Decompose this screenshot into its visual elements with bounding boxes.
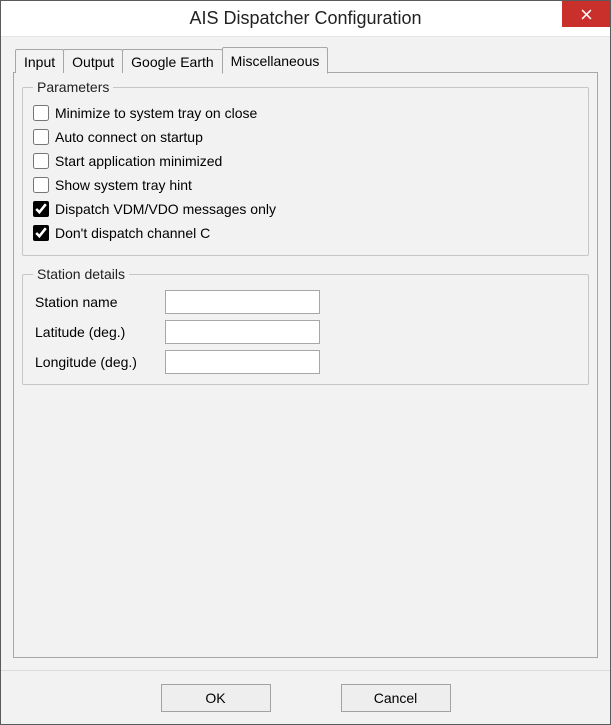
label-start-minimized[interactable]: Start application minimized <box>55 153 222 169</box>
spacer <box>22 395 589 649</box>
cancel-button[interactable]: Cancel <box>341 684 451 712</box>
label-no-channel-c[interactable]: Don't dispatch channel C <box>55 225 210 241</box>
row-auto-connect: Auto connect on startup <box>33 125 578 149</box>
ok-button[interactable]: OK <box>161 684 271 712</box>
row-latitude: Latitude (deg.) <box>33 320 578 344</box>
label-vdm-only[interactable]: Dispatch VDM/VDO messages only <box>55 201 276 217</box>
checkbox-vdm-only[interactable] <box>33 201 49 217</box>
row-tray-hint: Show system tray hint <box>33 173 578 197</box>
input-longitude[interactable] <box>165 350 320 374</box>
row-start-minimized: Start application minimized <box>33 149 578 173</box>
row-station-name: Station name <box>33 290 578 314</box>
group-station-legend: Station details <box>33 266 129 282</box>
tab-google-earth[interactable]: Google Earth <box>122 49 223 73</box>
close-button[interactable] <box>562 1 610 27</box>
tab-output[interactable]: Output <box>63 49 123 73</box>
label-auto-connect[interactable]: Auto connect on startup <box>55 129 203 145</box>
tab-strip: Input Output Google Earth Miscellaneous <box>13 47 598 73</box>
row-longitude: Longitude (deg.) <box>33 350 578 374</box>
label-tray-hint[interactable]: Show system tray hint <box>55 177 192 193</box>
close-icon <box>581 9 592 20</box>
checkbox-minimize-tray[interactable] <box>33 105 49 121</box>
group-station-details: Station details Station name Latitude (d… <box>22 266 589 385</box>
input-station-name[interactable] <box>165 290 320 314</box>
client-area: Input Output Google Earth Miscellaneous … <box>1 37 610 670</box>
tab-panel-miscellaneous: Parameters Minimize to system tray on cl… <box>13 72 598 658</box>
row-minimize-tray: Minimize to system tray on close <box>33 101 578 125</box>
group-parameters-legend: Parameters <box>33 79 113 95</box>
input-latitude[interactable] <box>165 320 320 344</box>
label-station-name: Station name <box>33 294 165 310</box>
row-vdm-only: Dispatch VDM/VDO messages only <box>33 197 578 221</box>
checkbox-tray-hint[interactable] <box>33 177 49 193</box>
titlebar: AIS Dispatcher Configuration <box>1 1 610 37</box>
row-no-channel-c: Don't dispatch channel C <box>33 221 578 245</box>
checkbox-auto-connect[interactable] <box>33 129 49 145</box>
button-bar: OK Cancel <box>1 670 610 724</box>
tab-miscellaneous[interactable]: Miscellaneous <box>222 47 329 74</box>
label-longitude: Longitude (deg.) <box>33 354 165 370</box>
label-minimize-tray[interactable]: Minimize to system tray on close <box>55 105 257 121</box>
label-latitude: Latitude (deg.) <box>33 324 165 340</box>
checkbox-no-channel-c[interactable] <box>33 225 49 241</box>
group-parameters: Parameters Minimize to system tray on cl… <box>22 79 589 256</box>
dialog-window: AIS Dispatcher Configuration Input Outpu… <box>0 0 611 725</box>
window-title: AIS Dispatcher Configuration <box>189 8 421 29</box>
checkbox-start-minimized[interactable] <box>33 153 49 169</box>
tab-input[interactable]: Input <box>15 49 64 73</box>
